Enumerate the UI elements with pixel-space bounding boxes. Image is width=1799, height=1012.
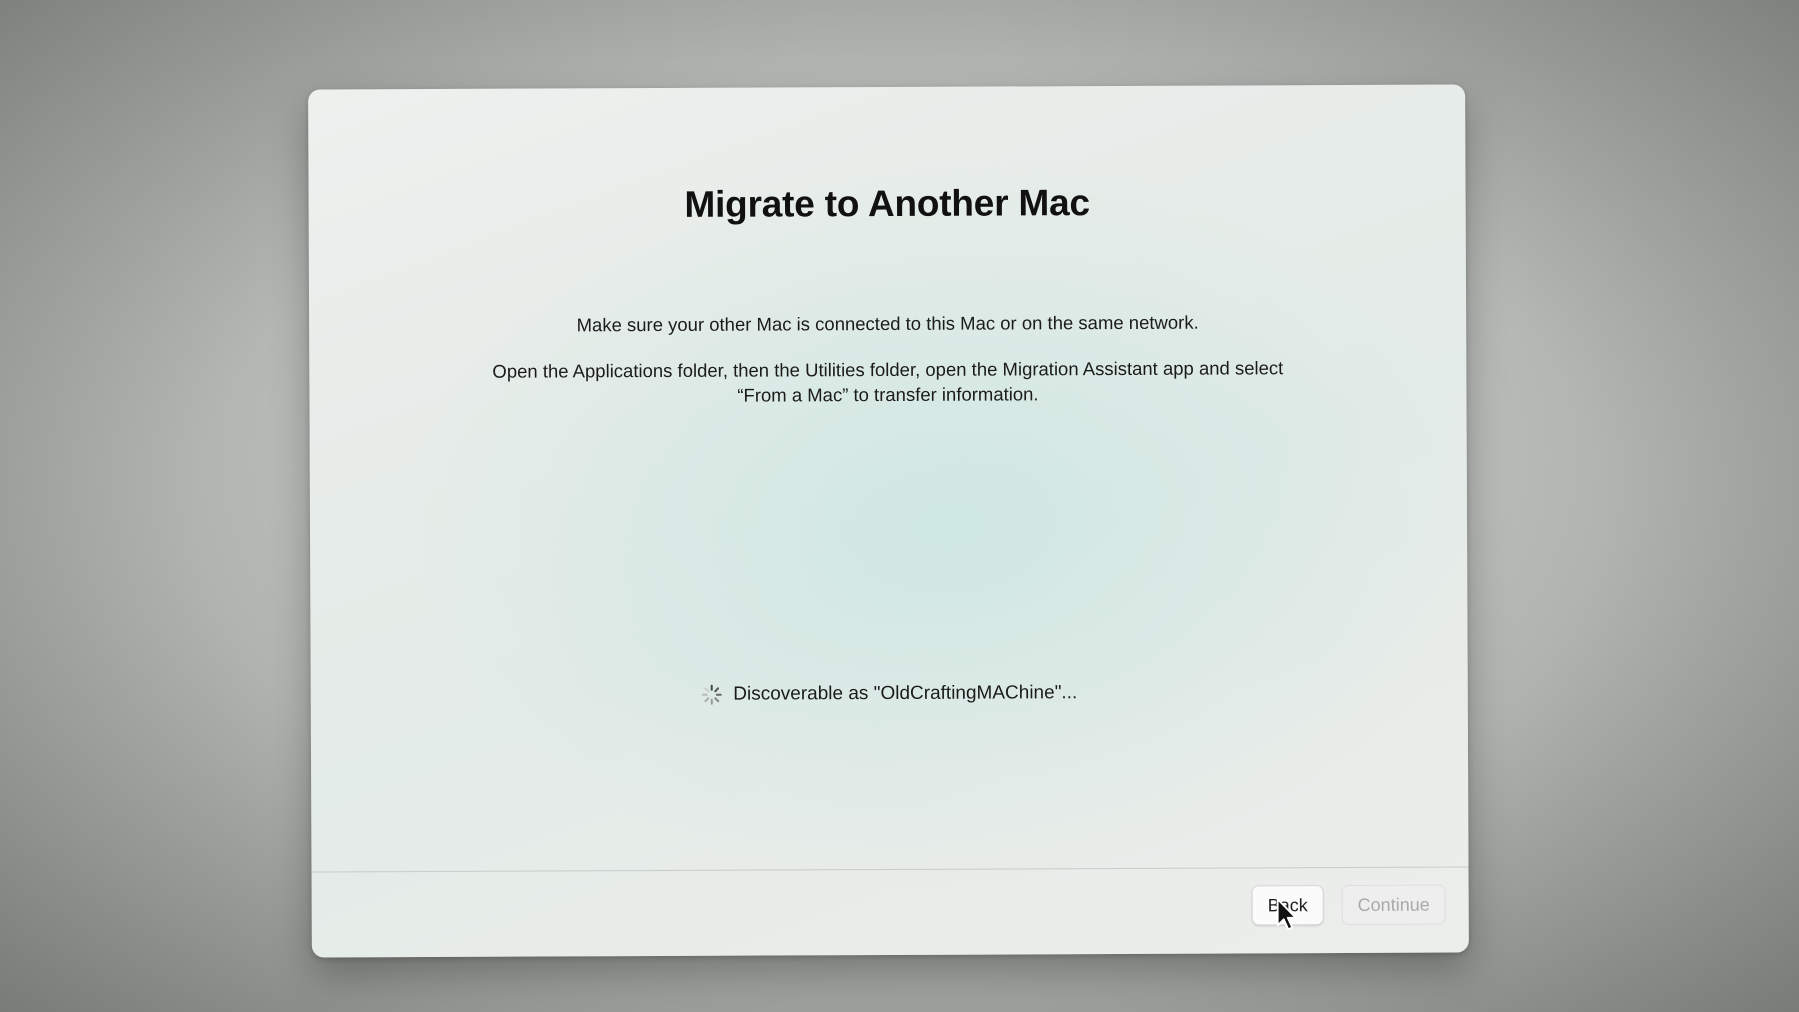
footer-divider bbox=[311, 866, 1469, 873]
instruction-network: Make sure your other Mac is connected to… bbox=[576, 311, 1199, 336]
continue-button[interactable]: Continue bbox=[1341, 884, 1446, 926]
page-title: Migrate to Another Mac bbox=[684, 182, 1090, 225]
status-text: Discoverable as "OldCraftingMAChine"... bbox=[733, 682, 1078, 705]
discoverable-status: Discoverable as "OldCraftingMAChine"... bbox=[311, 680, 1468, 707]
instruction-migration-assistant: Open the Applications folder, then the U… bbox=[492, 357, 1284, 406]
mouse-pointer-icon bbox=[1276, 897, 1300, 933]
spinner-icon bbox=[701, 684, 723, 706]
migration-window: Migrate to Another Mac Make sure your ot… bbox=[308, 84, 1469, 958]
